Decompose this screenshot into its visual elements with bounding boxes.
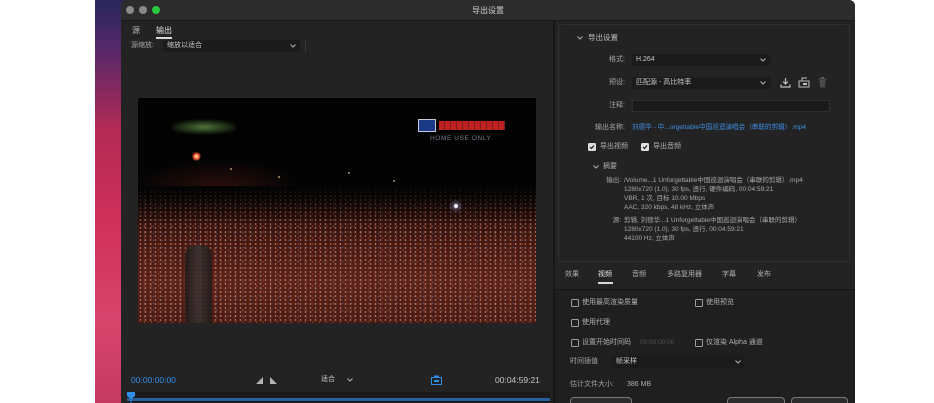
use-proxies-label: 使用代理 [582,319,610,326]
stage-light [278,176,280,178]
format-dropdown[interactable]: H.264 [632,54,770,66]
max-render-quality-checkbox[interactable] [571,299,579,307]
tab-video-selected-indicator [598,282,613,284]
broadcaster-logo [172,120,236,134]
stage-firework [192,152,201,161]
work-area-bar[interactable] [127,398,550,401]
tab-multiplexer[interactable]: 多路复用器 [667,270,702,280]
save-preset-icon[interactable] [780,77,791,88]
summary-output-line: /Volume...1 Unforgettable中国巡迴演唱会（串联的剪辑）.… [624,177,803,184]
use-proxies-checkbox[interactable] [571,319,579,327]
dialog-button[interactable] [570,397,632,403]
chevron-down-icon [760,81,766,85]
checkmark-icon [642,145,648,150]
watermark-logo-text [439,121,505,130]
tab-effects[interactable]: 效果 [565,270,579,280]
timeline-track[interactable] [127,392,550,403]
time-interpolation-dropdown[interactable]: 帧采样 [612,356,745,368]
export-video-label: 导出视频 [600,143,628,150]
comment-label: 注释: [609,102,625,109]
stage-light [230,168,232,170]
set-in-point-icon[interactable] [256,377,263,384]
aspect-ratio-correction-icon[interactable] [431,375,442,385]
time-interpolation-label: 时间插值 [570,358,598,365]
summary-output-line: 1280x720 (1.0), 30 fps, 逐行, 硬件编码, 00:04:… [624,186,774,193]
tab-audio[interactable]: 音频 [632,270,646,280]
output-name-label: 输出名称: [595,124,625,131]
tab-source[interactable]: 源 [132,26,140,36]
comment-field[interactable] [632,100,830,112]
source-scaling-dropdown[interactable]: 缩放以适合 [163,40,300,52]
tab-output-selected-indicator [156,37,172,39]
summary-output-line: VBR, 1 次, 目标 10.00 Mbps [624,195,706,202]
summary-source-line: 44100 Hz, 立体声 [624,235,675,242]
dialog-button[interactable] [791,397,848,403]
screen: 导出设置 源 输出 源缩放: 缩放以适合 HOME USE ONLY 00:00… [0,0,934,403]
watermark-logo-emblem [418,119,436,132]
preset-label: 预设: [609,79,625,86]
camera-crane [185,245,212,323]
source-scaling-value: 缩放以适合 [167,42,202,49]
chevron-down-icon [735,360,741,364]
output-name-link[interactable]: 刘德华 - 中...orgettable中国巡迴演唱会（串联的剪辑）.mp4 [632,123,835,133]
summary-header[interactable]: 摘要 [603,162,617,172]
crowd-fade [138,186,536,226]
summary-source-label: 源: [612,217,621,224]
dialog-button[interactable] [727,397,785,403]
video-preview: HOME USE ONLY [138,98,536,323]
export-settings-window: 导出设置 源 输出 源缩放: 缩放以适合 HOME USE ONLY 00:00… [121,0,855,403]
duration-timecode: 00:04:59:21 [495,375,540,385]
export-audio-label: 导出音频 [653,143,681,150]
zoom-level-dropdown[interactable]: 适合 [317,374,357,386]
render-alpha-only-checkbox[interactable] [695,339,703,347]
chevron-down-icon[interactable] [577,36,583,40]
start-timecode-field: 00:00:00:00 [640,339,675,346]
stage-light [348,172,350,174]
use-previews-label: 使用预览 [706,299,734,306]
tab-video[interactable]: 视频 [598,270,612,280]
export-audio-checkbox[interactable] [641,143,649,151]
source-scaling-label: 源缩放: [131,42,154,49]
set-out-point-icon[interactable] [270,377,277,384]
window-title: 导出设置 [472,6,504,15]
format-value: H.264 [636,56,655,63]
stage-light [393,180,395,182]
use-previews-checkbox[interactable] [695,299,703,307]
playhead-icon[interactable] [127,392,135,403]
summary-output-line: AAC, 320 kbps, 48 kHz, 立体声 [624,204,715,211]
estimated-file-size-value: 386 MB [627,381,652,388]
tab-publish[interactable]: 发布 [757,270,771,280]
format-label: 格式: [609,56,625,63]
tab-captions[interactable]: 字幕 [722,270,736,280]
chevron-down-icon [290,44,296,48]
preset-value: 匹配源 - 高比特率 [636,79,692,86]
toolbar-divider [305,40,306,52]
render-alpha-only-label: 仅渲染 Alpha 通道 [706,339,763,346]
tab-output[interactable]: 输出 [156,26,172,36]
home-use-watermark: HOME USE ONLY [430,135,492,142]
import-preset-icon[interactable] [798,77,810,88]
summary-source-line: 1280x720 (1.0), 30 fps, 逐行, 00:04:59:21 [624,226,744,233]
export-settings-header[interactable]: 导出设置 [588,33,618,43]
chevron-down-icon [347,378,353,382]
title-bar: 导出设置 [121,0,855,21]
zoom-level-value: 适合 [321,376,335,383]
set-start-timecode-checkbox[interactable] [571,339,579,347]
summary-output-label: 输出: [606,177,621,184]
chevron-down-icon[interactable] [593,165,599,169]
delete-preset-icon[interactable] [818,77,827,88]
chevron-down-icon [760,58,766,62]
set-start-timecode-label: 设置开始时间码 [582,339,631,346]
time-interpolation-value: 帧采样 [616,358,637,365]
stage-spotlight [454,204,458,208]
export-video-checkbox[interactable] [588,143,596,151]
preset-dropdown[interactable]: 匹配源 - 高比特率 [632,77,770,89]
summary-source-line: 剪辑, 刘德华...1 Unforgettable中国巡迴演唱会（串联的剪辑） [624,217,801,224]
checkmark-icon [589,145,595,150]
estimated-file-size-label: 估计文件大小: [570,381,614,388]
current-timecode[interactable]: 00:00:00:00 [131,375,176,385]
max-render-quality-label: 使用最高渲染质量 [582,299,638,306]
